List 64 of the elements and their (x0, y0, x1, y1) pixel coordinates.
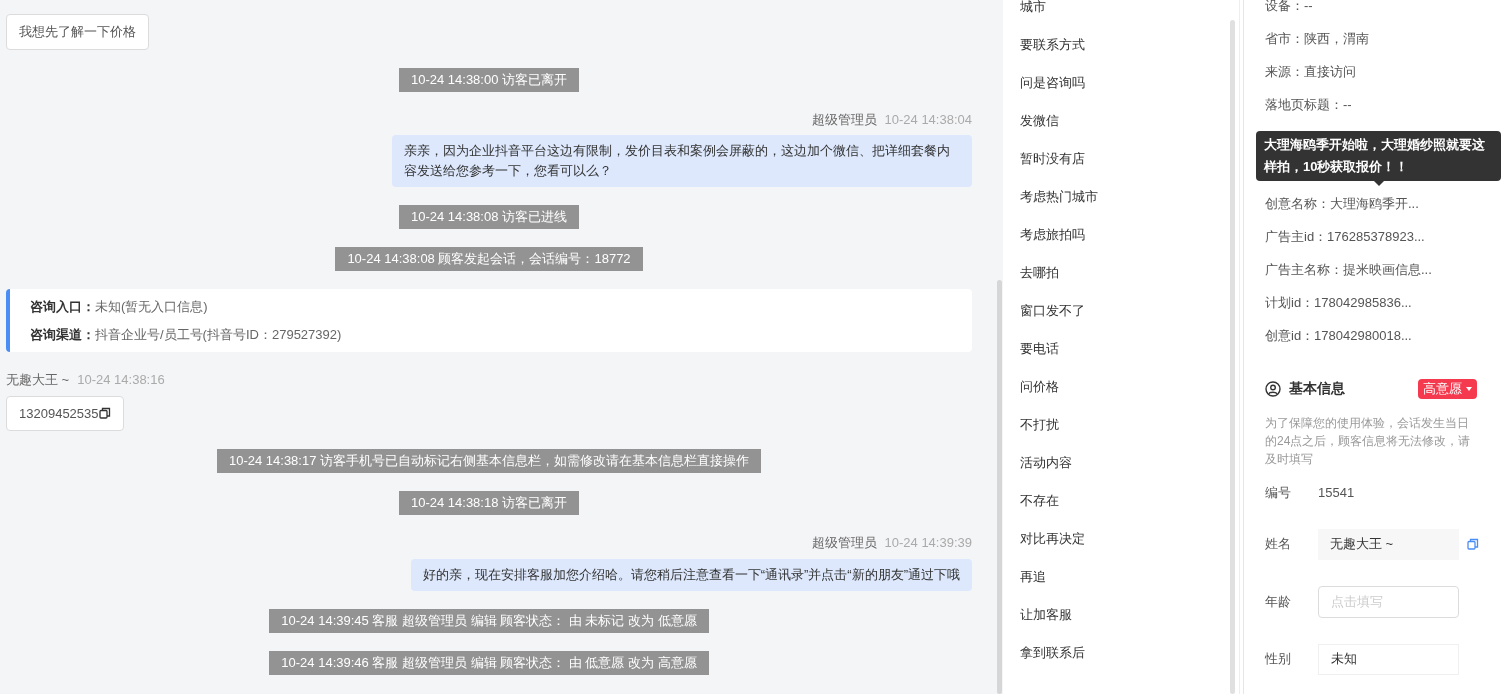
scrollbar[interactable] (997, 280, 1002, 694)
info-row-text: 省市：陕西，渭南 (1265, 30, 1370, 48)
quick-reply-item[interactable]: 拿到联系后 (1020, 643, 1239, 663)
info-row-text: 计划id：178042985836... (1265, 294, 1413, 312)
quick-reply-item[interactable]: 城市 (1020, 0, 1239, 17)
quick-reply-item[interactable]: 去哪拍 (1020, 263, 1239, 283)
system-notice: 10-24 14:38:18 访客已离开 (398, 491, 580, 515)
info-row-text: 创意id：178042980018... (1265, 327, 1413, 345)
info-row-text: 来源：直接访问 (1265, 63, 1357, 81)
message-time: 10-24 14:38:16 (77, 371, 165, 389)
quick-reply-item[interactable]: 再追 (1020, 567, 1239, 587)
quick-reply-item[interactable]: 要电话 (1020, 339, 1239, 359)
quick-reply-item[interactable]: 窗口发不了 (1020, 301, 1239, 321)
field-value: 15541 (1318, 484, 1355, 502)
system-notice: 10-24 14:38:08 顾客发起会话，会话编号：18772 (335, 247, 643, 271)
quick-reply-item[interactable]: 问价格 (1020, 377, 1239, 397)
copy-icon[interactable] (98, 407, 111, 420)
sender-name: 超级管理员 (811, 110, 877, 129)
system-notice: 10-24 14:39:45 客服 超级管理员 编辑 顾客状态： 由 未标记 改为 低意愿 (269, 608, 709, 633)
tooltip-arrow-icon (1374, 181, 1384, 186)
info-row-text: 广告主id：176285378923... (1265, 228, 1426, 246)
info-row-text: 广告主名称：提米映画信息... (1265, 261, 1433, 279)
system-notice: 10-24 14:38:00 访客已离开 (398, 67, 580, 92)
field-label: 年龄 (1265, 592, 1292, 611)
sender-name: 超级管理员 (811, 534, 877, 552)
card-label: 咨询入口： (30, 298, 95, 316)
gender-select[interactable]: 未知 (1318, 643, 1459, 675)
agent-message: 好的亲，现在安排客服加您介绍哈。请您稍后注意查看一下“通讯录”并点击“新的朋友”通过下哦 (410, 558, 972, 591)
info-row-text: 设备：-- (1265, 0, 1314, 15)
card-value: 未知(暂无入口信息) (95, 298, 208, 316)
name-field: 无趣大王 ~ (1318, 528, 1459, 560)
quick-reply-item[interactable]: 问是咨询吗 (1020, 73, 1239, 93)
field-label: 编号 (1265, 484, 1292, 502)
caret-icon (1466, 386, 1472, 391)
info-row-text: 落地页标题：-- (1265, 96, 1353, 114)
quick-reply-item[interactable]: 让加客服 (1020, 605, 1239, 625)
card-value: 抖音企业号/员工号(抖音号ID：279527392) (95, 325, 342, 344)
scrollbar[interactable] (1230, 20, 1235, 694)
section-title: 基本信息 (1289, 379, 1345, 398)
intent-tag[interactable]: 高意愿 (1418, 378, 1477, 399)
customer-message: 我想先了解一下价格 (6, 14, 149, 50)
system-notice: 10-24 14:38:08 访客已进线 (398, 205, 580, 229)
agent-message: 亲亲，因为企业抖音平台这边有限制，发价目表和案例会屏蔽的，这边加个微信、把详细套餐内容发送给您参考一下，您看可以么？ (392, 135, 972, 187)
quick-reply-item[interactable]: 不打扰 (1020, 415, 1239, 435)
quick-reply-item[interactable]: 活动内容 (1020, 453, 1239, 473)
quick-reply-item[interactable]: 发微信 (1020, 111, 1239, 131)
info-row-text: 创意名称：大理海鸥季开... (1265, 195, 1420, 213)
system-notice: 10-24 14:38:17 访客手机号已自动标记右侧基本信息栏，如需修改请在基本信息栏直接操作 (216, 449, 762, 473)
quick-reply-item[interactable]: 考虑旅拍吗 (1020, 225, 1239, 245)
message-time: 10-24 14:39:39 (884, 534, 972, 552)
field-label: 性别 (1265, 650, 1292, 669)
quick-reply-item[interactable]: 暂时没有店 (1020, 149, 1239, 169)
message-time: 10-24 14:38:04 (884, 110, 972, 129)
customer-message: 13209452535 (6, 395, 124, 431)
sender-name: 无趣大王 ~ (6, 371, 70, 389)
quick-reply-item[interactable]: 不存在 (1020, 491, 1239, 511)
quick-reply-item[interactable]: 对比再决定 (1020, 529, 1239, 549)
notice-text: 为了保障您的使用体验，会话发生当日的24点之后，顾客信息将无法修改，请及时填写 (1265, 415, 1472, 468)
system-notice: 10-24 14:39:46 客服 超级管理员 编辑 顾客状态： 由 低意愿 改为 高意愿 (269, 650, 709, 675)
card-label: 咨询渠道： (30, 325, 95, 344)
user-icon (1265, 380, 1281, 397)
quick-reply-item[interactable]: 考虑热门城市 (1020, 187, 1239, 207)
quick-reply-item[interactable]: 要联系方式 (1020, 35, 1239, 55)
field-label: 姓名 (1265, 535, 1292, 554)
